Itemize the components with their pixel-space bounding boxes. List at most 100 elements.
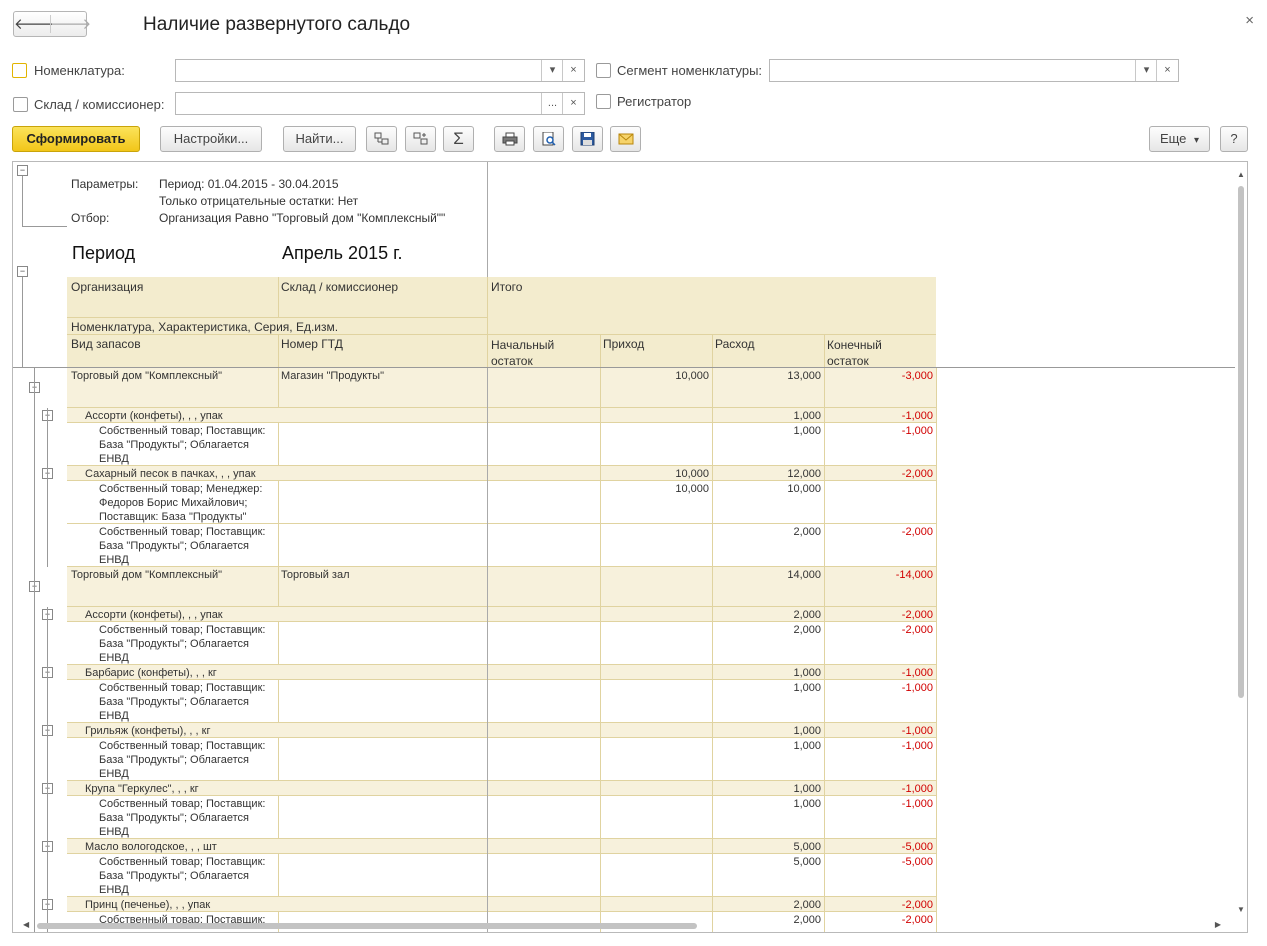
scroll-up-icon[interactable]: ▲ <box>1237 170 1245 179</box>
dropdown-icon[interactable]: ▾ <box>1135 60 1157 81</box>
outline-line <box>47 622 48 665</box>
close-icon[interactable]: × <box>1245 12 1254 29</box>
column-divider <box>600 738 601 781</box>
row-expense: 12,000 <box>787 468 821 480</box>
column-divider <box>824 408 825 423</box>
forward-arrow-icon[interactable]: 🡒 <box>51 14 91 33</box>
item-row[interactable]: −Ассорти (конфеты), , , упак1,000-1,000 <box>13 408 1235 423</box>
more-button[interactable]: Еще ▾ <box>1149 126 1210 152</box>
clear-icon[interactable]: × <box>562 93 584 114</box>
column-divider <box>936 723 937 738</box>
item-row[interactable]: −Ассорти (конфеты), , , упак2,000-2,000 <box>13 607 1235 622</box>
column-divider <box>487 738 488 781</box>
detail-row[interactable]: Собственный товар; Поставщик: База "Прод… <box>13 423 1235 466</box>
nomenclature-field[interactable]: ▾ × <box>175 59 585 82</box>
group-row[interactable]: −Торговый дом "Комплексный"Магазин "Прод… <box>13 368 1235 408</box>
detail-row[interactable]: Собственный товар; Поставщик: База "Прод… <box>13 622 1235 665</box>
clear-icon[interactable]: × <box>1156 60 1178 81</box>
row-end: -2,000 <box>901 526 933 538</box>
segment-checkbox[interactable] <box>596 63 611 78</box>
scroll-thumb[interactable] <box>1238 186 1244 698</box>
row-label: Собственный товар; Поставщик: База "Прод… <box>99 425 266 465</box>
filter-label: Отбор: <box>71 211 110 225</box>
generate-button[interactable]: Сформировать <box>12 126 140 152</box>
column-divider <box>600 368 601 408</box>
item-row[interactable]: −Принц (печенье), , , упак2,000-2,000 <box>13 897 1235 912</box>
column-divider <box>600 723 601 738</box>
collapse-toggle-icon[interactable]: − <box>17 266 28 277</box>
print-icon <box>502 132 517 146</box>
detail-row[interactable]: Собственный товар; Поставщик: База "Прод… <box>13 524 1235 567</box>
vertical-scrollbar[interactable]: ▲ ▼ <box>1235 170 1247 914</box>
horizontal-scrollbar[interactable]: ◀ ▶ <box>23 920 1235 932</box>
scroll-right-icon[interactable]: ▶ <box>1215 920 1221 929</box>
column-divider <box>936 781 937 796</box>
preview-button[interactable] <box>533 126 564 152</box>
row-expense: 1,000 <box>793 798 821 810</box>
item-row[interactable]: −Масло вологодское, , , шт5,000-5,000 <box>13 839 1235 854</box>
col-org: Организация <box>71 280 144 294</box>
column-divider <box>712 607 713 622</box>
mail-button[interactable] <box>610 126 641 152</box>
detail-row[interactable]: Собственный товар; Поставщик: База "Прод… <box>13 796 1235 839</box>
column-divider <box>712 781 713 796</box>
warehouse-field[interactable]: ... × <box>175 92 585 115</box>
group-row[interactable]: −Торговый дом "Комплексный"Торговый зал1… <box>13 567 1235 607</box>
detail-row[interactable]: Собственный товар; Поставщик: База "Прод… <box>13 680 1235 723</box>
outline-line <box>34 680 35 723</box>
row-expense: 2,000 <box>793 526 821 538</box>
outline-line <box>47 839 48 854</box>
column-divider <box>278 738 279 781</box>
nomenclature-checkbox[interactable] <box>12 63 27 78</box>
expand-groups-button[interactable] <box>366 126 397 152</box>
registrar-checkbox[interactable] <box>596 94 611 109</box>
column-divider <box>824 423 825 466</box>
detail-row[interactable]: Собственный товар; Поставщик: База "Прод… <box>13 854 1235 897</box>
report-area[interactable]: − − Параметры: Период: 01.04.2015 - 30.0… <box>12 161 1248 933</box>
help-button[interactable]: ? <box>1220 126 1248 152</box>
back-arrow-icon[interactable]: 🡐 <box>14 14 54 33</box>
params-negative: Только отрицательные остатки: Нет <box>159 194 359 208</box>
outline-line <box>47 854 48 897</box>
collapse-toggle-icon[interactable]: − <box>17 165 28 176</box>
row-end: -1,000 <box>901 783 933 795</box>
settings-button[interactable]: Настройки... <box>160 126 262 152</box>
print-button[interactable] <box>494 126 525 152</box>
item-row[interactable]: −Сахарный песок в пачках, , , упак10,000… <box>13 466 1235 481</box>
column-divider <box>936 854 937 897</box>
column-divider <box>712 738 713 781</box>
find-button[interactable]: Найти... <box>283 126 356 152</box>
detail-row[interactable]: Собственный товар; Поставщик: База "Прод… <box>13 738 1235 781</box>
sum-button[interactable]: Σ <box>443 126 474 152</box>
column-divider <box>600 897 601 912</box>
dropdown-icon[interactable]: ▾ <box>541 60 563 81</box>
column-divider <box>824 723 825 738</box>
chevron-down-icon: ▾ <box>1194 135 1200 146</box>
row-label: Ассорти (конфеты), , , упак <box>85 410 223 422</box>
item-row[interactable]: −Крупа "Геркулес", , , кг1,000-1,000 <box>13 781 1235 796</box>
scroll-down-icon[interactable]: ▼ <box>1237 905 1245 914</box>
scroll-left-icon[interactable]: ◀ <box>23 920 29 929</box>
row-label: Масло вологодское, , , шт <box>85 841 217 853</box>
segment-field[interactable]: ▾ × <box>769 59 1179 82</box>
column-divider <box>712 622 713 665</box>
window-title: Наличие развернутого сальдо <box>143 14 411 35</box>
row-end: -2,000 <box>901 468 933 480</box>
save-button[interactable] <box>572 126 603 152</box>
select-icon[interactable]: ... <box>541 93 563 114</box>
column-divider <box>600 524 601 567</box>
outline-line <box>22 277 23 367</box>
item-row[interactable]: −Барбарис (конфеты), , , кг1,000-1,000 <box>13 665 1235 680</box>
row-expense: 2,000 <box>793 624 821 636</box>
outline-line <box>34 466 35 481</box>
clear-icon[interactable]: × <box>562 60 584 81</box>
warehouse-checkbox[interactable] <box>13 97 28 112</box>
header-divider <box>67 317 487 318</box>
row-label: Собственный товар; Поставщик: База "Прод… <box>99 526 266 566</box>
item-row[interactable]: −Грильяж (конфеты), , , кг1,000-1,000 <box>13 723 1235 738</box>
column-divider <box>936 368 937 408</box>
scroll-thumb[interactable] <box>37 923 697 929</box>
header-divider <box>278 277 279 317</box>
collapse-groups-button[interactable] <box>405 126 436 152</box>
detail-row[interactable]: Собственный товар; Менеджер: Федоров Бор… <box>13 481 1235 524</box>
